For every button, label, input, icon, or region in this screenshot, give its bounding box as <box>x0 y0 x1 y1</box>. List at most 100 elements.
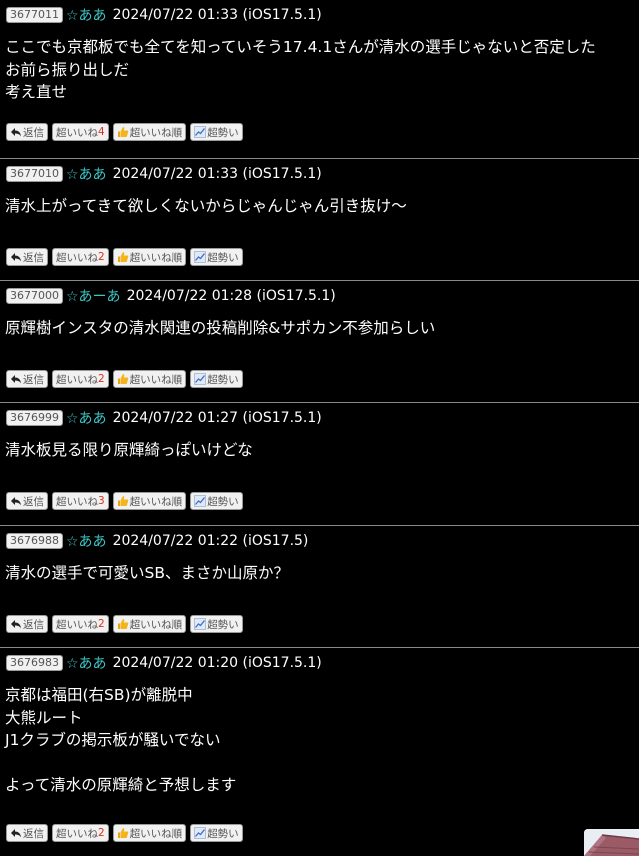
momentum-button[interactable]: 超勢い <box>190 615 243 633</box>
super-like-button[interactable]: 超いいね 4 <box>52 123 109 141</box>
reply-arrow-icon <box>11 620 21 629</box>
thumbs-up-icon <box>117 828 128 838</box>
post-number[interactable]: 3676988 <box>6 533 63 549</box>
super-like-count: 2 <box>98 618 105 630</box>
post: 3676999 ☆ああ 2024/07/22 01:27 (iOS17.5.1)… <box>0 403 639 526</box>
super-like-button[interactable]: 超いいね 2 <box>52 615 109 633</box>
momentum-label: 超勢い <box>207 618 239 631</box>
super-like-label: 超いいね <box>56 827 98 840</box>
momentum-button[interactable]: 超勢い <box>190 824 243 842</box>
post-date: 2024/07/22 01:28 (iOS17.5.1) <box>126 288 336 304</box>
sort-by-likes-label: 超いいね順 <box>129 618 183 631</box>
thumbs-up-icon <box>117 252 128 262</box>
reply-button[interactable]: 返信 <box>6 824 48 842</box>
momentum-label: 超勢い <box>207 495 239 508</box>
reply-arrow-icon <box>11 829 21 838</box>
post-number[interactable]: 3677000 <box>6 288 63 304</box>
poster-name: ☆ああ <box>66 534 107 550</box>
reply-button[interactable]: 返信 <box>6 615 48 633</box>
post-date: 2024/07/22 01:33 (iOS17.5.1) <box>112 166 322 182</box>
post-body-line <box>5 752 629 775</box>
post-actions: 返信 超いいね 4 超いいね順 超勢い <box>6 123 247 141</box>
post-body: 京都は福田(右SB)が離脱中 大熊ルート J1クラブの掲示板が騒いでない よって… <box>5 684 629 797</box>
sort-by-likes-button[interactable]: 超いいね順 <box>112 248 187 266</box>
post-body-line: よって清水の原輝綺と予想します <box>5 776 237 794</box>
momentum-button[interactable]: 超勢い <box>190 248 243 266</box>
sort-by-likes-button[interactable]: 超いいね順 <box>112 615 187 633</box>
trend-chart-icon <box>194 373 207 385</box>
post-number[interactable]: 3676983 <box>6 655 63 671</box>
reply-label: 返信 <box>23 251 44 264</box>
ad-thumbnail[interactable] <box>584 829 639 856</box>
reply-button[interactable]: 返信 <box>6 248 48 266</box>
post-actions: 返信 超いいね 2 超いいね順 超勢い <box>6 824 247 842</box>
post: 3677010 ☆ああ 2024/07/22 01:33 (iOS17.5.1)… <box>0 159 639 281</box>
super-like-label: 超いいね <box>56 618 98 631</box>
poster-name: ☆ああ <box>66 167 107 183</box>
sort-by-likes-button[interactable]: 超いいね順 <box>112 123 187 141</box>
post-header: 3676988 ☆ああ 2024/07/22 01:22 (iOS17.5) <box>6 531 308 551</box>
post-body-line: お前ら振り出しだ <box>5 60 130 79</box>
sort-by-likes-button[interactable]: 超いいね順 <box>112 824 187 842</box>
post-number[interactable]: 3676999 <box>6 410 63 426</box>
post-actions: 返信 超いいね 2 超いいね順 超勢い <box>6 248 247 266</box>
super-like-label: 超いいね <box>56 126 98 139</box>
post-body-line: 原輝樹インスタの清水関連の投稿削除&サポカン不参加らしい <box>5 319 436 337</box>
super-like-button[interactable]: 超いいね 2 <box>52 248 109 266</box>
reply-label: 返信 <box>23 126 44 139</box>
super-like-label: 超いいね <box>56 495 98 508</box>
trend-chart-icon <box>194 495 207 507</box>
sort-by-likes-label: 超いいね順 <box>129 827 183 840</box>
momentum-button[interactable]: 超勢い <box>190 123 243 141</box>
trend-chart-icon <box>194 618 207 630</box>
post-date: 2024/07/22 01:33 (iOS17.5.1) <box>112 7 322 23</box>
post: 3676983 ☆ああ 2024/07/22 01:20 (iOS17.5.1)… <box>0 648 639 856</box>
sort-by-likes-button[interactable]: 超いいね順 <box>112 492 187 510</box>
super-like-label: 超いいね <box>56 251 98 264</box>
thumbs-up-icon <box>117 619 128 629</box>
reply-label: 返信 <box>23 373 44 386</box>
post-header: 3677011 ☆ああ 2024/07/22 01:33 (iOS17.5.1) <box>6 5 322 25</box>
trend-chart-icon <box>194 126 207 138</box>
post-header: 3677010 ☆ああ 2024/07/22 01:33 (iOS17.5.1) <box>6 164 322 184</box>
poster-name: ☆ああ <box>66 8 107 24</box>
super-like-count: 3 <box>98 495 105 507</box>
post-body: 清水の選手で可愛いSB、まさか山原か？ <box>5 562 629 585</box>
post-number[interactable]: 3677010 <box>6 166 63 182</box>
sort-by-likes-button[interactable]: 超いいね順 <box>112 370 187 388</box>
post-body-line: J1クラブの掲示板が騒いでない <box>5 731 221 749</box>
reply-arrow-icon <box>11 253 21 262</box>
thumbs-up-icon <box>117 374 128 384</box>
super-like-button[interactable]: 超いいね 2 <box>52 824 109 842</box>
reply-button[interactable]: 返信 <box>6 370 48 388</box>
momentum-button[interactable]: 超勢い <box>190 492 243 510</box>
super-like-button[interactable]: 超いいね 3 <box>52 492 109 510</box>
post: 3677011 ☆ああ 2024/07/22 01:33 (iOS17.5.1)… <box>0 0 639 159</box>
trend-chart-icon <box>194 827 207 839</box>
post-actions: 返信 超いいね 2 超いいね順 超勢い <box>6 615 247 633</box>
super-like-button[interactable]: 超いいね 2 <box>52 370 109 388</box>
post-date: 2024/07/22 01:22 (iOS17.5) <box>112 533 309 549</box>
post-body: 清水上がってきて欲しくないからじゃんじゃん引き抜け〜 <box>5 195 629 218</box>
super-like-count: 4 <box>98 126 105 138</box>
momentum-label: 超勢い <box>207 126 239 139</box>
post-body-line: 大熊ルート <box>5 708 83 727</box>
post-number[interactable]: 3677011 <box>6 7 63 23</box>
reply-button[interactable]: 返信 <box>6 123 48 141</box>
reply-label: 返信 <box>23 495 44 508</box>
reply-arrow-icon <box>11 497 21 506</box>
sort-by-likes-label: 超いいね順 <box>129 251 183 264</box>
post-date: 2024/07/22 01:20 (iOS17.5.1) <box>112 655 322 671</box>
momentum-label: 超勢い <box>207 827 239 840</box>
reply-button[interactable]: 返信 <box>6 492 48 510</box>
post-body-line: 清水の選手で可愛いSB、まさか山原か？ <box>5 564 289 582</box>
post-body-line: 考え直せ <box>5 83 68 101</box>
momentum-button[interactable]: 超勢い <box>190 370 243 388</box>
momentum-label: 超勢い <box>207 373 239 386</box>
sort-by-likes-label: 超いいね順 <box>129 373 183 386</box>
trend-chart-icon <box>194 251 207 263</box>
post: 3677000 ☆あーあ 2024/07/22 01:28 (iOS17.5.1… <box>0 281 639 403</box>
reply-arrow-icon <box>11 375 21 384</box>
reply-label: 返信 <box>23 827 44 840</box>
post-body: ここでも京都板でも全てを知っていそう17.4.1さんが清水の選手じゃないと否定し… <box>5 36 629 104</box>
